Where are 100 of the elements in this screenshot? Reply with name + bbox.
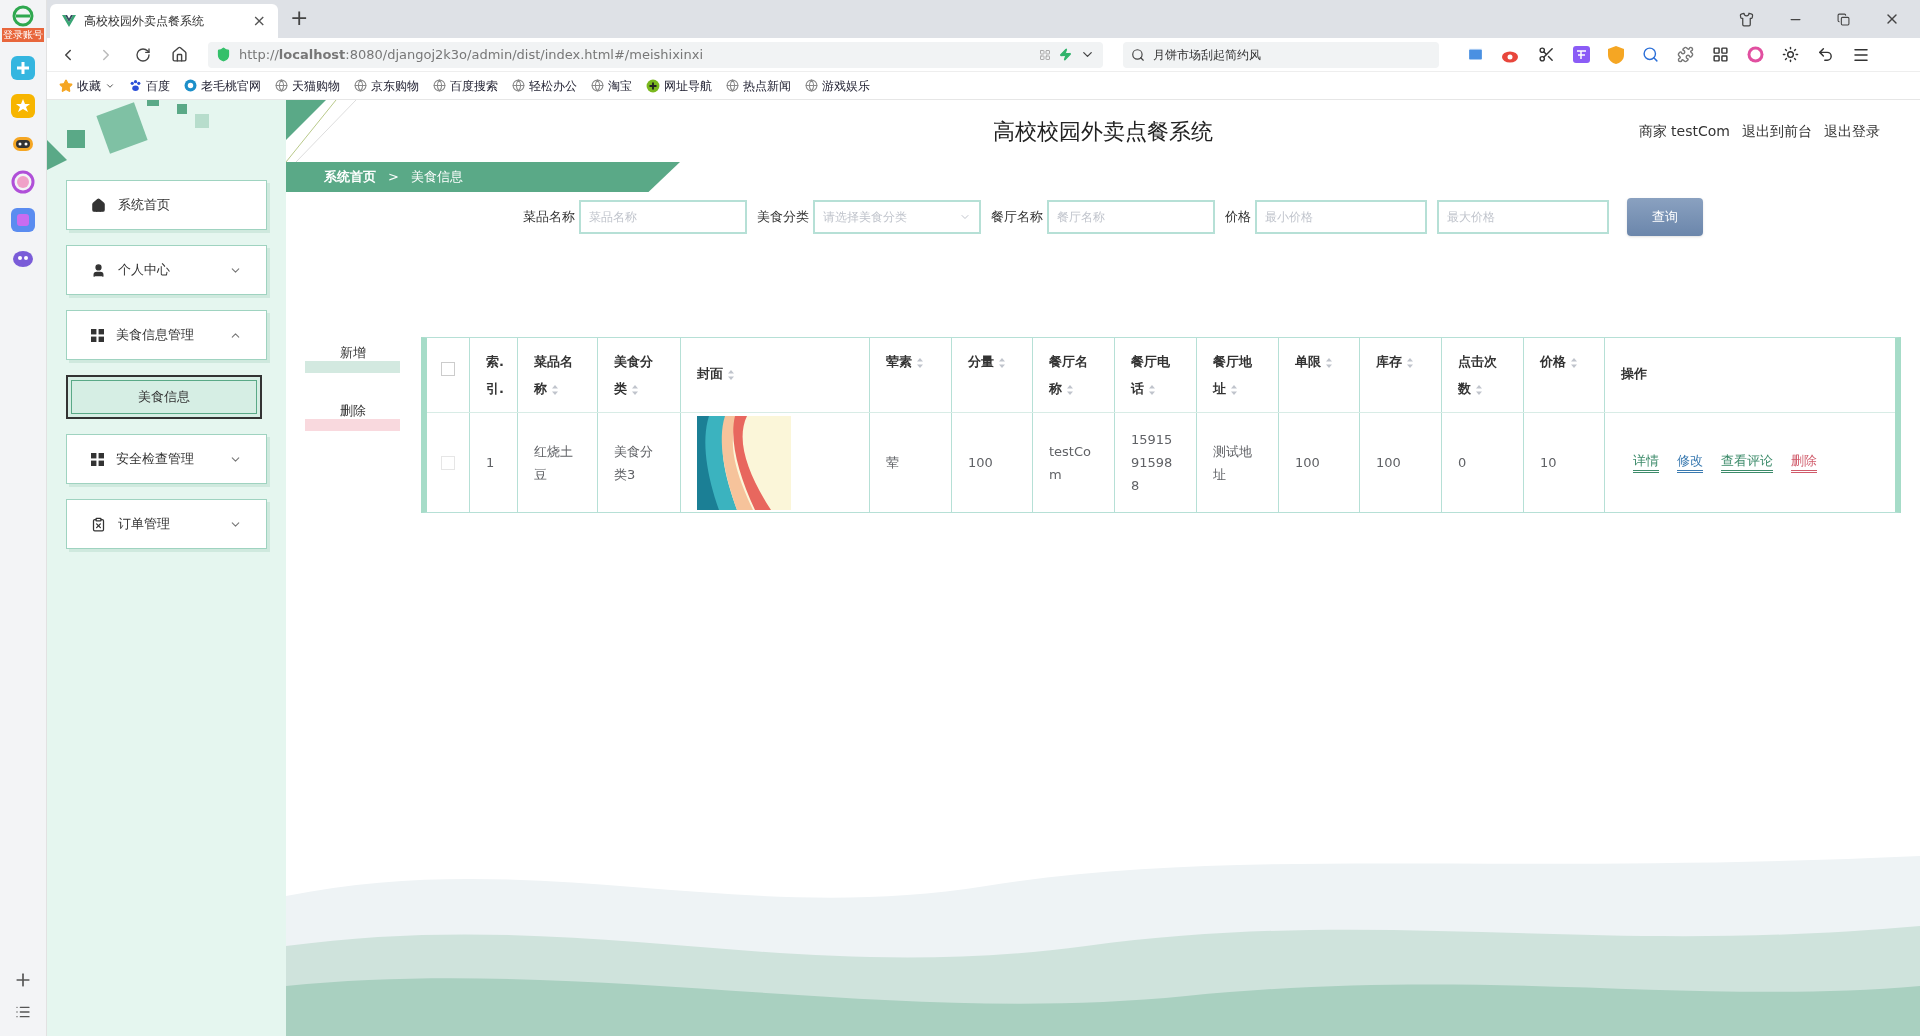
- filter-label: 价格: [1225, 208, 1251, 227]
- checkbox[interactable]: [441, 362, 455, 376]
- grid-icon: [91, 328, 104, 342]
- column-header[interactable]: 荤素: [886, 348, 935, 375]
- ai-ring-icon[interactable]: [11, 170, 35, 194]
- home-icon[interactable]: [171, 46, 188, 63]
- globe-icon: [591, 79, 604, 92]
- row-action-link[interactable]: 查看评论: [1721, 452, 1773, 473]
- row-action-link[interactable]: 修改: [1677, 452, 1703, 473]
- menu-item[interactable]: 系统首页: [66, 180, 267, 230]
- column-header[interactable]: 餐厅地址: [1213, 348, 1262, 402]
- column-header[interactable]: 分量: [968, 348, 1016, 375]
- row-action-link[interactable]: 删除: [1791, 452, 1817, 473]
- menu-item[interactable]: 美食信息管理: [66, 310, 267, 360]
- column-header[interactable]: 菜品名称: [534, 348, 581, 402]
- filter-input-field[interactable]: 餐厅名称: [1047, 200, 1215, 234]
- bookmark-item[interactable]: 游戏娱乐: [805, 76, 870, 95]
- column-header[interactable]: 餐厅电话: [1131, 348, 1180, 402]
- plus-badge-icon: [646, 78, 660, 93]
- column-header[interactable]: 库存: [1376, 348, 1425, 375]
- bookmark-item[interactable]: 热点新闻: [726, 76, 791, 95]
- column-header[interactable]: 封面: [697, 348, 853, 387]
- user-icon: [91, 262, 106, 278]
- filter-label: 菜品名称: [523, 208, 575, 227]
- bookmark-item[interactable]: 天猫购物: [275, 76, 340, 95]
- shield-badge-icon[interactable]: [1608, 45, 1624, 64]
- column-header[interactable]: 美食分类: [614, 348, 664, 402]
- column-header[interactable]: 餐厅名称: [1049, 348, 1098, 402]
- magnifier-icon[interactable]: [1642, 46, 1659, 63]
- ai-square-icon[interactable]: [11, 208, 35, 232]
- browser-search-field[interactable]: 月饼市场刮起简约风: [1123, 41, 1439, 68]
- menu-item[interactable]: 个人中心: [66, 245, 267, 295]
- column-header[interactable]: 点击次数: [1458, 348, 1507, 402]
- shield-icon: [216, 47, 231, 62]
- table-cell-text: 荤: [886, 454, 899, 472]
- bookmark-item[interactable]: 百度搜索: [433, 76, 498, 95]
- table-cell-text: 红烧土豆: [534, 442, 574, 484]
- undo-icon[interactable]: [1817, 46, 1834, 63]
- bookmark-item[interactable]: 淘宝: [591, 76, 632, 95]
- browser-tab[interactable]: 高校校园外卖点餐系统 ×: [50, 4, 278, 38]
- menu-item[interactable]: 订单管理: [66, 499, 267, 549]
- user-name: 商家 testCom: [1638, 122, 1730, 141]
- submenu-item[interactable]: 美食信息: [66, 375, 262, 419]
- header-link[interactable]: 退出登录: [1824, 121, 1880, 142]
- table-cell-text: 0: [1458, 454, 1467, 472]
- restore-icon[interactable]: [1837, 12, 1850, 26]
- table-cell-text: 1: [486, 454, 495, 472]
- lightning-icon[interactable]: [1059, 48, 1072, 61]
- menu-label: 安全检查管理: [116, 450, 195, 469]
- table-cell-text: testCom: [1049, 442, 1092, 484]
- scissors-icon[interactable]: [1538, 46, 1555, 63]
- tab-title: 高校校园外卖点餐系统: [84, 13, 205, 30]
- ai-circle-icon[interactable]: [1747, 46, 1764, 63]
- apps-icon[interactable]: [1712, 46, 1729, 63]
- delete-button[interactable]: 删除: [305, 403, 400, 431]
- filter-label: 餐厅名称: [991, 208, 1043, 227]
- skin-icon[interactable]: [1739, 11, 1754, 27]
- search-icon: [1131, 47, 1145, 62]
- star-app-icon[interactable]: [11, 94, 35, 118]
- filter-label: 美食分类: [757, 208, 809, 227]
- menu-item[interactable]: 安全检查管理: [66, 434, 267, 484]
- filter-input-field[interactable]: 最大价格: [1437, 200, 1609, 234]
- column-header[interactable]: 操作: [1621, 348, 1879, 387]
- bookmark-item[interactable]: 收藏: [59, 76, 115, 95]
- checkbox[interactable]: [441, 455, 455, 470]
- table-cell-text: 100: [1295, 454, 1320, 472]
- tab-close-button[interactable]: ×: [252, 9, 266, 33]
- address-bar[interactable]: http://localhost:8080/djangoj2k3o/admin/dist/index.html#/meishixinxi: [208, 41, 1103, 68]
- globe-icon: [726, 79, 739, 92]
- bookmark-item[interactable]: 老毛桃官网: [184, 76, 261, 95]
- column-header[interactable]: 价格: [1540, 348, 1588, 375]
- sun-icon[interactable]: [1782, 46, 1799, 63]
- header-link[interactable]: 退出到前台: [1742, 121, 1812, 142]
- site-icon: [184, 79, 197, 92]
- plus-app-icon[interactable]: [11, 56, 35, 80]
- bookmark-item[interactable]: 网址导航: [646, 76, 712, 95]
- browser-logo-icon[interactable]: [10, 4, 36, 28]
- globe-icon: [512, 79, 525, 92]
- qr-icon[interactable]: [1039, 48, 1051, 61]
- table-cell-text: 100: [968, 454, 993, 472]
- mail-icon[interactable]: [1467, 46, 1484, 63]
- menu-label: 美食信息管理: [116, 326, 195, 345]
- add-button[interactable]: 新增: [305, 345, 400, 373]
- bookmark-item[interactable]: 百度: [129, 76, 170, 95]
- bookmark-item[interactable]: 京东购物: [354, 76, 419, 95]
- bookmark-item[interactable]: 轻松办公: [512, 76, 577, 95]
- column-header[interactable]: 单限: [1295, 348, 1343, 375]
- url-text: http://localhost:8080/djangoj2k3o/admin/dist/index.html#/meishixinxi: [239, 45, 704, 64]
- filter-input-field[interactable]: 最小价格: [1255, 200, 1427, 234]
- translate-icon[interactable]: [1573, 46, 1590, 63]
- reload-icon[interactable]: [135, 46, 151, 63]
- filter-input-field[interactable]: 菜品名称: [579, 200, 747, 234]
- new-tab-button[interactable]: +: [290, 1, 309, 34]
- list-icon[interactable]: [15, 1004, 31, 1020]
- vue-logo-icon: [62, 15, 76, 27]
- row-action-link[interactable]: 详情: [1633, 452, 1659, 473]
- menu-label: 订单管理: [118, 515, 171, 534]
- table-cell-text: 100: [1376, 454, 1401, 472]
- puzzle-icon[interactable]: [1677, 46, 1694, 63]
- table-cell-text: 美食分类3: [614, 442, 654, 484]
